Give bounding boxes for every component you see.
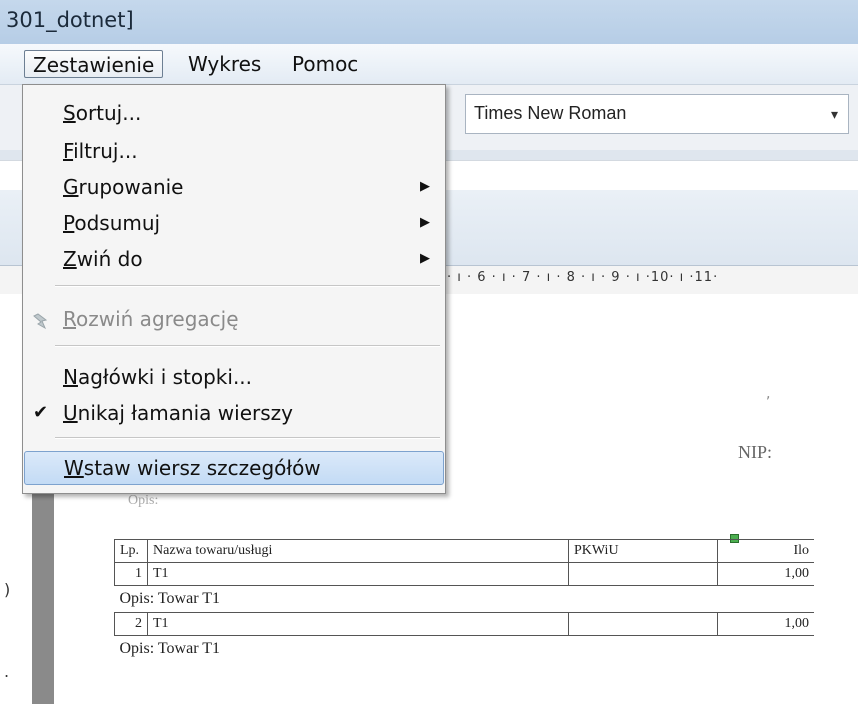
menu-item-unikaj-lamania[interactable]: ✔ Unikaj łamania wierszy (24, 397, 444, 429)
menu-item-zwin-do[interactable]: Zwiń do ▶ (24, 243, 444, 275)
row-pkwiu (568, 612, 718, 636)
table-row-description[interactable]: Opis: Towar T1 (114, 585, 814, 613)
table-row[interactable]: 1 T1 1,00 (114, 562, 814, 586)
font-name-value: Times New Roman (474, 103, 627, 123)
menu-item-label: Nagłówki i stopki... (63, 365, 253, 389)
menu-item-podsumuj[interactable]: Podsumuj ▶ (24, 207, 444, 239)
gutter-mark: . (4, 662, 10, 681)
checkmark-icon: ✔ (33, 402, 49, 423)
expand-aggregation-icon (32, 309, 50, 341)
menu-item-grupowanie[interactable]: Grupowanie ▶ (24, 171, 444, 203)
chevron-down-icon[interactable]: ▾ (831, 107, 838, 123)
row-lp: 2 (114, 612, 148, 636)
menu-item-label: Unikaj łamania wierszy (63, 401, 293, 425)
menu-item-label: Wstaw wiersz szczegółów (64, 456, 321, 480)
row-name: T1 (147, 612, 569, 636)
row-pkwiu (568, 562, 718, 586)
gutter-mark: ) (4, 580, 11, 599)
row-qty: 1,00 (717, 562, 814, 586)
window-title: 301_dotnet] (6, 8, 134, 32)
zestawienie-dropdown-menu: Sortuj... Filtruj... Grupowanie ▶ Podsum… (22, 84, 446, 494)
ruler-ticks: · ı · 6 · ı · 7 · ı · 8 · ı · 9 · ı ·10·… (447, 270, 719, 285)
title-bar: 301_dotnet] (0, 0, 858, 44)
items-table: Lp. Nazwa towaru/usługi PKWiU Ilo 1 T1 1… (114, 539, 814, 662)
header-lp: Lp. (114, 539, 148, 563)
menu-item-label: Sortuj... (63, 101, 142, 125)
menu-item-label: Zwiń do (63, 247, 143, 271)
submenu-arrow-icon: ▶ (420, 215, 430, 230)
menu-zestawienie[interactable]: Zestawienie (24, 50, 164, 78)
menu-item-naglowki-i-stopki[interactable]: Nagłówki i stopki... (24, 361, 444, 393)
header-pkwiu: PKWiU (568, 539, 718, 563)
table-row[interactable]: 2 T1 1,00 (114, 612, 814, 636)
row-lp: 1 (114, 562, 148, 586)
font-name-combobox[interactable]: Times New Roman ▾ (465, 94, 849, 134)
row-desc: Opis: Towar T1 (114, 585, 814, 613)
header-qty: Ilo (717, 539, 814, 563)
submenu-arrow-icon: ▶ (420, 251, 430, 266)
menu-pomoc[interactable]: Pomoc (284, 50, 366, 78)
menu-item-sortuj[interactable]: Sortuj... (24, 97, 444, 129)
table-header-row: Lp. Nazwa towaru/usługi PKWiU Ilo (114, 539, 814, 563)
nip-label: NIP: (738, 442, 773, 462)
menu-wykres[interactable]: Wykres (180, 50, 269, 78)
menu-item-filtruj[interactable]: Filtruj... (24, 135, 444, 167)
row-desc: Opis: Towar T1 (114, 635, 814, 662)
menu-item-label: Podsumuj (63, 211, 161, 235)
address-separator: , (766, 386, 771, 402)
menu-item-wstaw-wiersz[interactable]: Wstaw wiersz szczegółów (24, 451, 444, 485)
row-qty: 1,00 (717, 612, 814, 636)
row-name: T1 (147, 562, 569, 586)
menu-bar: Zestawienie Wykres Pomoc (0, 44, 858, 85)
header-name: Nazwa towaru/usługi (147, 539, 569, 563)
menu-item-rozwin-agregacje[interactable]: Rozwiń agregację (24, 303, 444, 335)
opis-label: Opis: (128, 493, 159, 508)
menu-item-label: Rozwiń agregację (63, 307, 239, 331)
menu-item-label: Grupowanie (63, 175, 184, 199)
table-row-description[interactable]: Opis: Towar T1 (114, 635, 814, 662)
menu-item-label: Filtruj... (63, 139, 138, 163)
menu-separator (55, 285, 440, 287)
submenu-arrow-icon: ▶ (420, 179, 430, 194)
menu-separator (55, 345, 440, 347)
menu-separator (55, 437, 440, 439)
